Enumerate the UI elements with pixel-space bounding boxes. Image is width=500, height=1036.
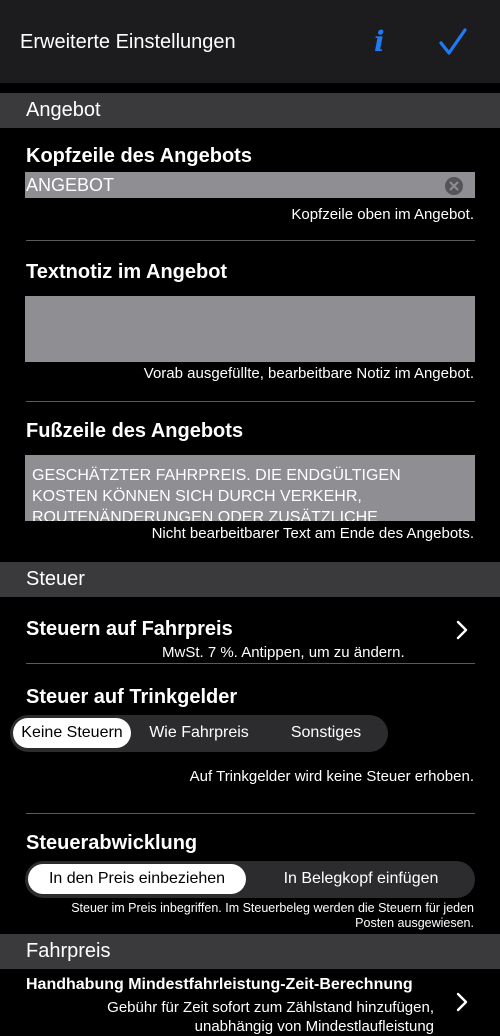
tax-handling-label: Steuerabwicklung [26,832,198,854]
fare-tax-label: Steuern auf Fahrpreis [26,618,233,640]
tip-tax-segmented-control[interactable]: Keine Steuern Wie Fahrpreis Sonstiges [10,715,388,752]
divider [26,663,475,664]
clear-icon[interactable] [444,176,464,196]
min-fare-detail-line2: unabhängig von Mindestlaufleistung [194,1018,434,1035]
divider [26,401,475,402]
tip-tax-option-none[interactable]: Keine Steuern [13,718,131,748]
tip-tax-option-other[interactable]: Sonstiges [267,718,385,748]
tax-handling-helper-line1: Steuer im Preis inbegriffen. Im Steuerbe… [71,901,474,915]
tax-handling-helper: Steuer im Preis inbegriffen. Im Steuerbe… [71,901,474,931]
footer-text-box: GESCHÄTZTER FAHRPREIS. DIE ENDGÜLTIGEN K… [25,455,475,521]
min-fare-label: Handhabung Mindestfahrleistung-Zeit-Bere… [26,976,413,993]
page-title: Erweiterte Einstellungen [20,31,236,53]
divider [26,240,475,241]
section-label-steuer: Steuer [26,568,85,590]
min-fare-detail: Gebühr für Zeit sofort zum Zählstand hin… [107,998,434,1036]
tax-handling-helper-line2: Posten ausgewiesen. [355,916,474,930]
checkmark-icon[interactable] [438,26,468,58]
tax-handling-segmented-control[interactable]: In den Preis einbeziehen In Belegkopf ei… [25,861,475,898]
divider [26,813,475,814]
tip-tax-option-as-fare[interactable]: Wie Fahrpreis [135,718,263,748]
fare-tax-detail: MwSt. 7 %. Antippen, um zu ändern. [162,644,405,661]
note-field-helper: Vorab ausgefüllte, bearbeitbare Notiz im… [143,365,474,382]
tip-tax-label: Steuer auf Trinkgelder [26,686,238,708]
header-input[interactable]: ANGEBOT [25,172,475,198]
footer-text-value: GESCHÄTZTER FAHRPREIS. DIE ENDGÜLTIGEN K… [32,467,401,521]
note-textarea[interactable] [25,296,475,362]
footer-field-label: Fußzeile des Angebots [26,420,244,442]
tip-tax-helper: Auf Trinkgelder wird keine Steuer erhobe… [189,768,474,785]
tax-handling-option-include[interactable]: In den Preis einbeziehen [28,864,246,894]
section-label-angebot: Angebot [26,99,101,121]
header-field-label: Kopfzeile des Angebots [26,145,252,167]
footer-field-helper: Nicht bearbeitbarer Text am Ende des Ang… [151,525,474,542]
section-label-fahrpreis: Fahrpreis [26,940,111,962]
note-field-label: Textnotiz im Angebot [26,261,228,283]
info-icon[interactable]: i [374,26,385,58]
tax-handling-option-header[interactable]: In Belegkopf einfügen [250,864,472,894]
chevron-right-icon [456,992,468,1012]
min-fare-detail-line1: Gebühr für Zeit sofort zum Zählstand hin… [107,999,434,1016]
header-field-helper: Kopfzeile oben im Angebot. [291,206,474,223]
chevron-right-icon [456,620,468,640]
header-input-value[interactable]: ANGEBOT [26,175,114,195]
